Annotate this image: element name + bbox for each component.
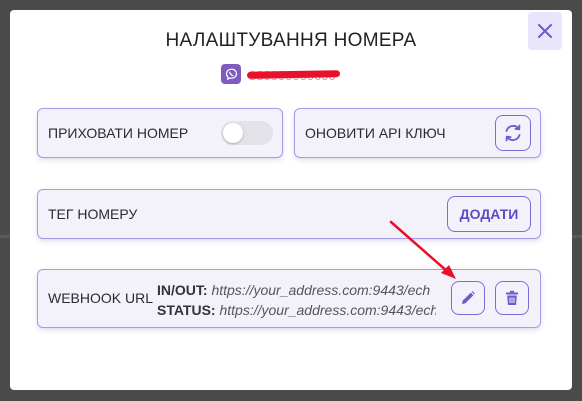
hide-number-label: ПРИХОВАТИ НОМЕР <box>48 125 189 141</box>
webhook-status-key: STATUS: <box>157 302 216 318</box>
update-api-key-card: ОНОВИТИ API КЛЮЧ <box>294 108 541 158</box>
viber-icon <box>221 64 241 84</box>
backdrop-detail <box>0 235 10 238</box>
toggle-knob <box>223 123 243 143</box>
edit-webhook-button[interactable] <box>451 281 485 315</box>
backdrop-detail <box>572 235 582 238</box>
webhook-inout-row: IN/OUT: https://your_address.com:9443/ec… <box>157 282 430 298</box>
add-tag-button[interactable]: ДОДАТИ <box>447 196 531 232</box>
delete-webhook-button[interactable] <box>495 281 529 315</box>
modal-title: НАЛАШТУВАННЯ НОМЕРА <box>165 30 417 51</box>
webhook-status-row: STATUS: https://your_address.com:9443/ec… <box>157 302 438 318</box>
update-api-key-button[interactable] <box>495 115 531 151</box>
number-tag-card: ТЕГ НОМЕРУ ДОДАТИ <box>37 189 541 239</box>
number-tag-label: ТЕГ НОМЕРУ <box>48 206 138 222</box>
hide-number-card: ПРИХОВАТИ НОМЕР <box>37 108 283 158</box>
webhook-inout-value: https://your_address.com:9443/ech <box>211 282 431 298</box>
refresh-icon <box>505 124 521 142</box>
number-settings-modal: НАЛАШТУВАННЯ НОМЕРА 380000000000 ПРИХОВА… <box>10 10 572 390</box>
webhook-url-card: WEBHOOK URL IN/OUT: https://your_address… <box>37 269 541 328</box>
webhook-url-label: WEBHOOK URL <box>48 290 154 306</box>
pencil-icon <box>462 291 475 304</box>
trash-icon <box>506 290 518 305</box>
webhook-status-value: https://your_address.com:9443/ech <box>219 302 439 318</box>
update-api-key-label: ОНОВИТИ API КЛЮЧ <box>305 125 446 141</box>
webhook-inout-key: IN/OUT: <box>157 282 208 298</box>
phone-number: 380000000000 <box>249 68 336 83</box>
hide-number-toggle[interactable] <box>221 121 273 145</box>
